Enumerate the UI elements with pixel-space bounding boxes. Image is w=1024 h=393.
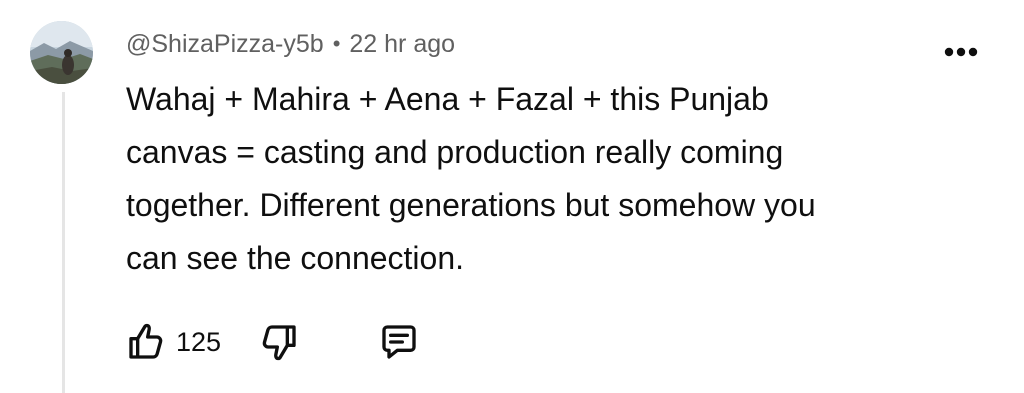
- thumbs-up-icon: [129, 323, 163, 359]
- comment-header: @ShizaPizza-y5b • 22 hr ago: [126, 26, 455, 62]
- like-button[interactable]: [124, 316, 168, 368]
- comment-reply-icon: [382, 325, 416, 359]
- comment-line: canvas = casting and production really c…: [126, 134, 784, 170]
- timestamp[interactable]: 22 hr ago: [349, 30, 455, 59]
- comment-line: together. Different generations but some…: [126, 187, 816, 223]
- more-options-icon: [944, 47, 978, 57]
- author-name[interactable]: @ShizaPizza-y5b: [126, 30, 324, 59]
- dislike-button[interactable]: [257, 316, 301, 368]
- reply-button[interactable]: [377, 316, 421, 368]
- comment-actions: 125: [124, 316, 421, 368]
- comment-line: can see the connection.: [126, 240, 465, 276]
- like-count: 125: [176, 326, 222, 357]
- avatar-image: [30, 21, 93, 84]
- comment-text: Wahaj + Mahira + Aena + Fazal + this Pun…: [126, 73, 976, 285]
- comment-line: Wahaj + Mahira + Aena + Fazal + this Pun…: [126, 81, 769, 117]
- thread-line: [62, 92, 65, 393]
- comment-card: @ShizaPizza-y5b • 22 hr ago Wahaj + Mahi…: [0, 0, 1024, 393]
- more-options-button[interactable]: [941, 38, 981, 66]
- meta-separator: •: [332, 31, 341, 56]
- thumbs-down-icon: [262, 325, 296, 361]
- avatar[interactable]: [30, 21, 93, 84]
